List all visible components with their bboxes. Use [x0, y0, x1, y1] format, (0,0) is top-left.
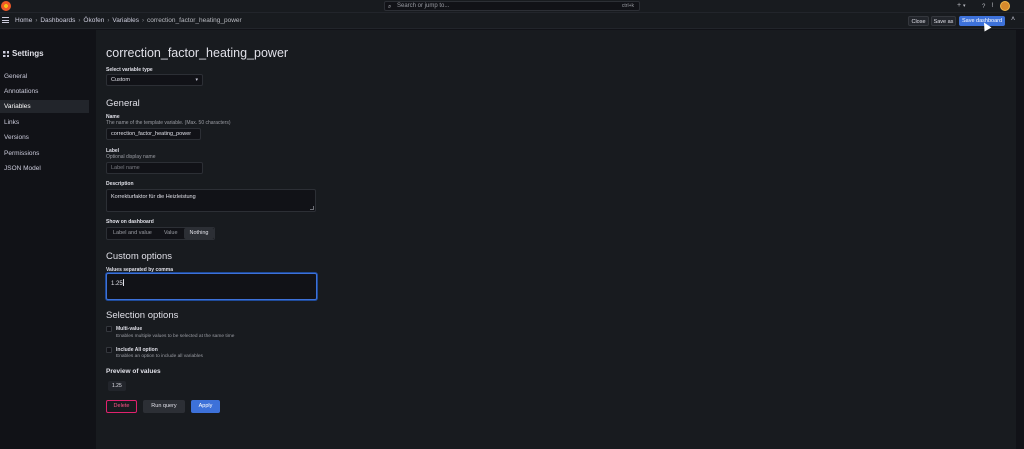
- run-query-button[interactable]: Run query: [143, 400, 185, 413]
- sidebar-item-versions[interactable]: Versions: [0, 131, 89, 144]
- breadcrumb-home[interactable]: Home: [15, 17, 32, 24]
- include-all-description: Enables an option to include all variabl…: [116, 354, 203, 359]
- apply-button[interactable]: Apply: [191, 400, 220, 413]
- label-description: Optional display name: [106, 154, 156, 160]
- preview-heading: Preview of values: [106, 368, 161, 375]
- sidebar-item-permissions[interactable]: Permissions: [0, 147, 89, 160]
- delete-button[interactable]: Delete: [106, 400, 137, 413]
- chevron-up-icon[interactable]: ˄: [1011, 16, 1015, 23]
- plus-icon: +: [957, 2, 962, 9]
- help-icon[interactable]: ?: [982, 3, 985, 11]
- chevron-down-icon: ▾: [963, 3, 966, 9]
- variable-type-select[interactable]: Custom ▾: [106, 74, 203, 86]
- show-on-dashboard-radio-group: Label and value Value Nothing: [106, 227, 216, 240]
- settings-title: Settings: [3, 49, 44, 58]
- include-all-checkbox[interactable]: [106, 347, 112, 353]
- multi-value-description: Enables multiple values to be selected a…: [116, 334, 235, 339]
- close-button[interactable]: Close: [908, 16, 929, 26]
- description-field[interactable]: Korrekturfaktor für die Heizleistung: [106, 189, 316, 212]
- rss-icon[interactable]: ⌇: [991, 2, 994, 10]
- text-caret: [122, 279, 124, 286]
- chevron-down-icon: ▾: [195, 77, 198, 83]
- chevron-right-icon: ›: [35, 18, 38, 24]
- description-label: Description: [106, 181, 134, 187]
- search-shortcut: ctrl+k: [621, 3, 634, 9]
- name-field[interactable]: correction_factor_heating_power: [106, 128, 201, 140]
- chevron-right-icon: ›: [78, 18, 81, 24]
- values-value: 1.25: [111, 281, 123, 287]
- custom-options-heading: Custom options: [106, 251, 173, 262]
- editor-panel: [96, 30, 1016, 449]
- avatar[interactable]: [1000, 1, 1010, 11]
- multi-value-label[interactable]: Multi-value: [116, 326, 142, 332]
- radio-value[interactable]: Value: [158, 228, 184, 239]
- chevron-right-icon: ›: [107, 18, 110, 24]
- save-as-button[interactable]: Save as: [931, 16, 956, 26]
- breadcrumb-folder[interactable]: Ökofen: [83, 17, 104, 24]
- show-on-dashboard-label: Show on dashboard: [106, 219, 154, 225]
- grid-icon: [3, 51, 9, 57]
- breadcrumb: Home › Dashboards › Ökofen › Variables › correct…: [15, 17, 242, 25]
- include-all-label[interactable]: Include All option: [116, 347, 158, 353]
- values-input[interactable]: 1.25: [106, 273, 317, 300]
- top-bar: ⌕ Search or jump to... ctrl+k + ▾ ? ⌇: [0, 0, 1024, 13]
- chevron-right-icon: ›: [142, 18, 144, 24]
- settings-sidebar: Settings General Annotations Variables L…: [0, 30, 96, 449]
- breadcrumb-dashboards[interactable]: Dashboards: [40, 17, 75, 24]
- radio-label-and-value[interactable]: Label and value: [107, 228, 158, 239]
- sidebar-item-annotations[interactable]: Annotations: [0, 85, 89, 98]
- description-value: Korrekturfaktor für die Heizleistung: [111, 194, 196, 200]
- label-field[interactable]: Label name: [106, 162, 203, 174]
- selection-options-heading: Selection options: [106, 310, 179, 321]
- search-placeholder: Search or jump to...: [397, 3, 450, 9]
- sidebar-item-json-model[interactable]: JSON Model: [0, 162, 89, 175]
- name-description: The name of the template variable. (Max.…: [106, 120, 231, 126]
- multi-value-checkbox[interactable]: [106, 326, 112, 332]
- general-heading: General: [106, 98, 140, 109]
- sidebar-item-links[interactable]: Links: [0, 116, 89, 129]
- search-input[interactable]: ⌕ Search or jump to... ctrl+k: [384, 1, 640, 11]
- breadcrumb-variables[interactable]: Variables: [112, 17, 139, 24]
- sidebar-item-variables[interactable]: Variables: [0, 100, 89, 113]
- variable-type-value: Custom: [111, 77, 130, 83]
- menu-icon[interactable]: [2, 17, 9, 23]
- breadcrumb-current: correction_factor_heating_power: [147, 17, 242, 24]
- variable-type-label: Select variable type: [106, 67, 153, 73]
- radio-nothing[interactable]: Nothing: [183, 228, 215, 239]
- resize-handle-icon[interactable]: [310, 206, 314, 210]
- add-new-button[interactable]: + ▾: [957, 2, 966, 10]
- search-icon: ⌕: [388, 4, 392, 10]
- grafana-logo-icon[interactable]: [1, 1, 11, 11]
- preview-value-chip: 1.25: [108, 381, 126, 391]
- sidebar-item-general[interactable]: General: [0, 70, 89, 83]
- breadcrumb-bar: Home › Dashboards › Ökofen › Variables › correct…: [0, 13, 1024, 29]
- page-title: correction_factor_heating_power: [106, 46, 289, 60]
- settings-title-label: Settings: [12, 49, 44, 58]
